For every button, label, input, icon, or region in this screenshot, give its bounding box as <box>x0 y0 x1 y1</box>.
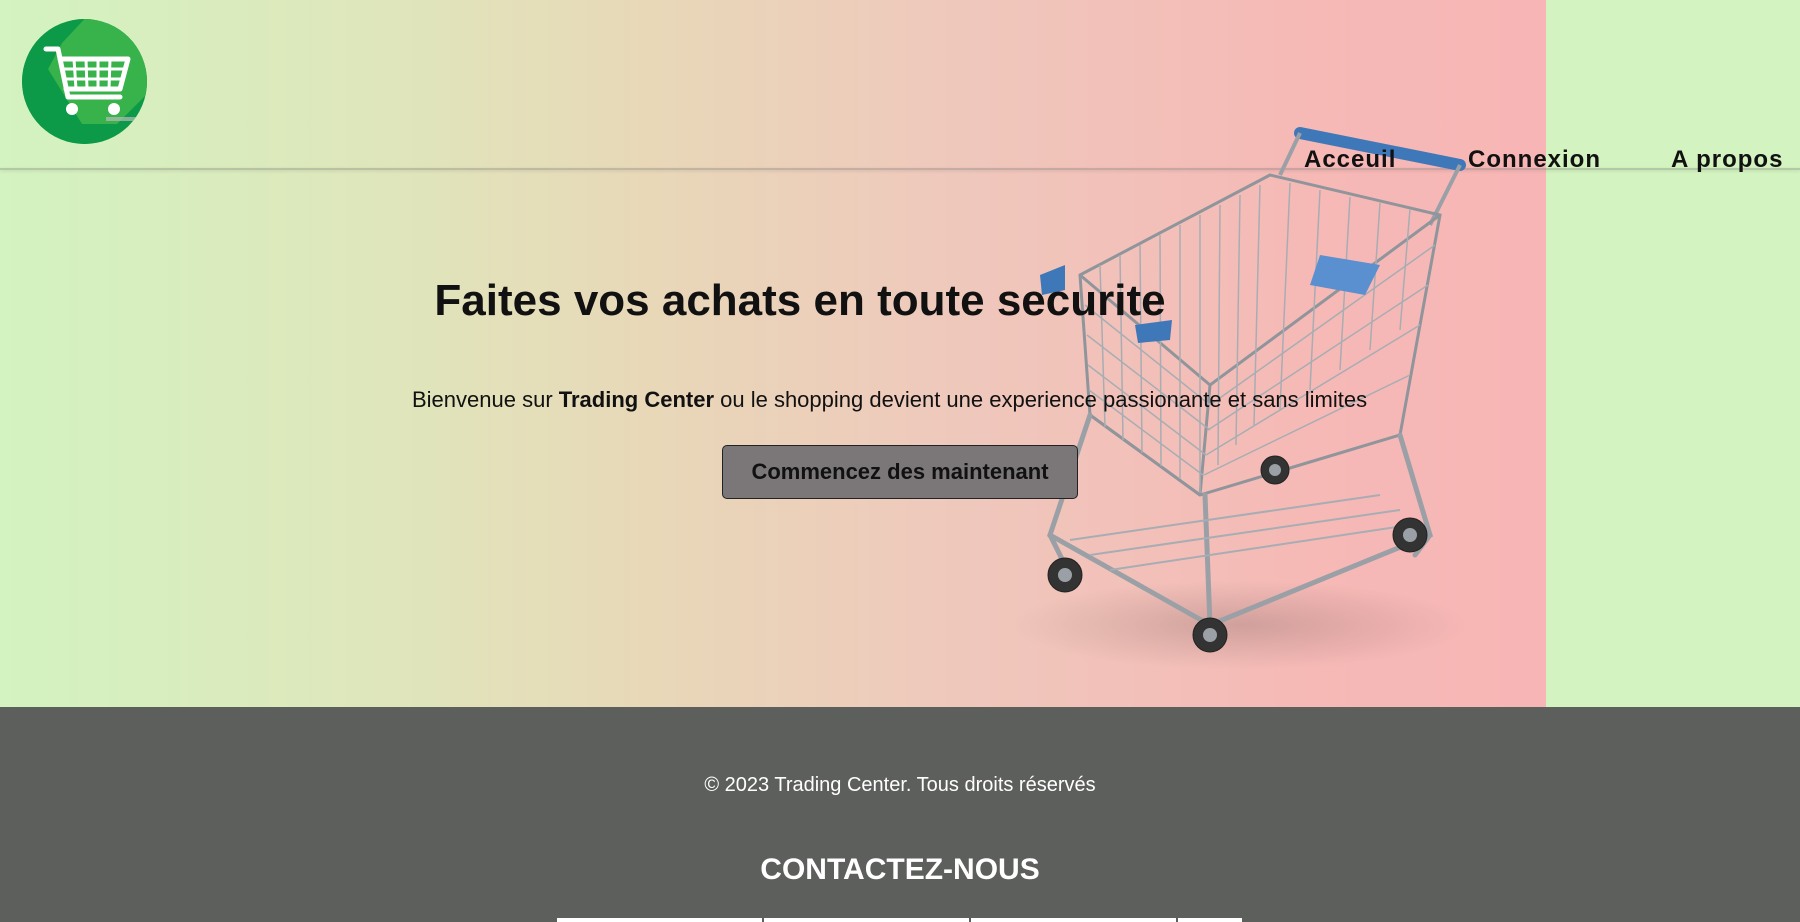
contact-title: CONTACTEZ-NOUS <box>760 853 1040 886</box>
contact-field-2[interactable] <box>764 918 969 922</box>
hero-subtitle-prefix: Bienvenue sur <box>412 387 559 412</box>
copyright-text: © 2023 Trading Center. Tous droits réser… <box>704 774 1096 796</box>
nav-item-acceuil[interactable]: Acceuil <box>1304 146 1396 174</box>
main-nav: Acceuil Connexion A propos <box>0 146 1800 176</box>
contact-submit[interactable] <box>1178 918 1242 922</box>
shopping-cart-icon <box>22 19 147 144</box>
hero-subtitle-brand: Trading Center <box>558 387 715 412</box>
hero-subtitle-suffix: ou le shopping devient une experience pa… <box>714 387 1368 412</box>
contact-field-3[interactable] <box>971 918 1176 922</box>
page: Acceuil Connexion A propos Faites vos ac… <box>0 0 1800 922</box>
contact-field-1[interactable] <box>557 918 762 922</box>
hero-subtitle: Bienvenue sur Trading Center ou le shopp… <box>412 387 1367 413</box>
nav-item-a-propos[interactable]: A propos <box>1671 146 1783 174</box>
nav-item-connexion[interactable]: Connexion <box>1468 146 1601 174</box>
hero-title-text: Faites vos achats en toute securite <box>434 276 1166 325</box>
logo[interactable] <box>22 19 147 144</box>
contact-form-row <box>557 918 1244 922</box>
start-now-button[interactable]: Commencez des maintenant <box>722 445 1078 499</box>
footer: © 2023 Trading Center. Tous droits réser… <box>0 707 1800 922</box>
hero-title: Faites vos achats en toute securite <box>0 276 1800 326</box>
hero-section: Acceuil Connexion A propos Faites vos ac… <box>0 0 1800 707</box>
